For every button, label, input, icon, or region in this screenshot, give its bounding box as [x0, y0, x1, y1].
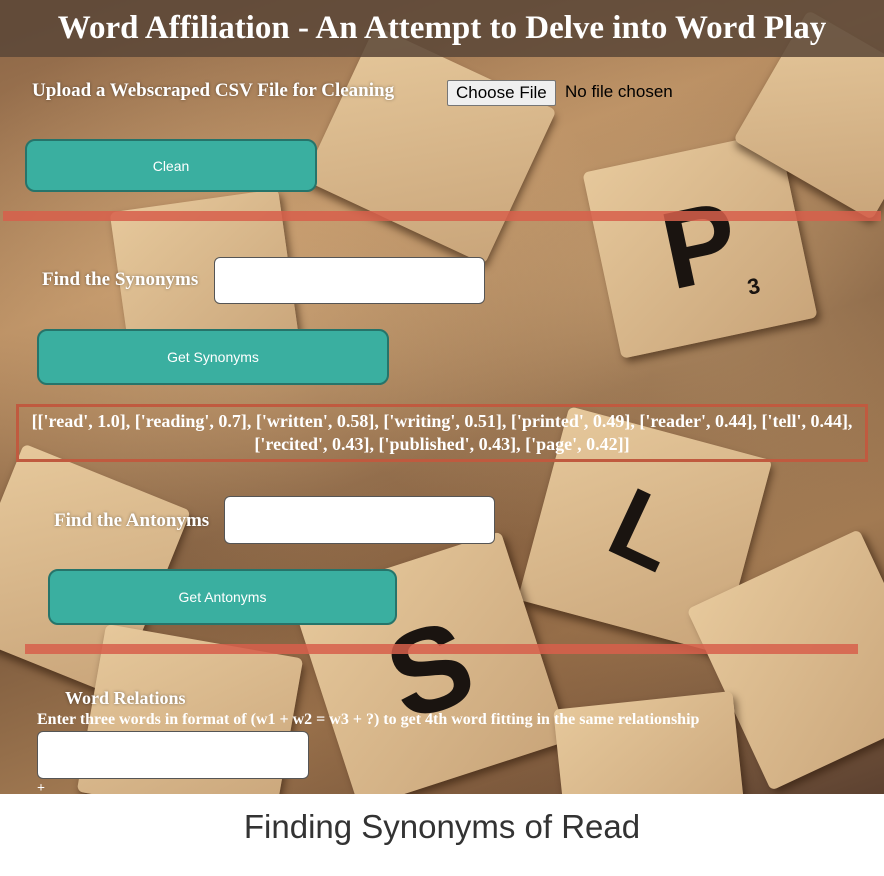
synonyms-result: [['read', 1.0], ['reading', 0.7], ['writ…: [16, 404, 868, 462]
synonyms-result-text: [['read', 1.0], ['reading', 0.7], ['writ…: [31, 411, 853, 454]
letter-tile: [303, 25, 557, 265]
scrabble-background: P 3 L S: [0, 0, 884, 794]
section-divider: [3, 211, 881, 221]
word-relations-input[interactable]: [37, 731, 309, 779]
choose-file-button[interactable]: Choose File: [447, 80, 556, 106]
upload-label: Upload a Webscraped CSV File for Cleanin…: [32, 80, 395, 101]
tile-letter: P: [651, 177, 749, 313]
antonyms-input[interactable]: [224, 496, 495, 544]
get-antonyms-button[interactable]: Get Antonyms: [48, 569, 397, 625]
clean-button[interactable]: Clean: [25, 139, 317, 192]
figure-caption: Finding Synonyms of Read: [243, 808, 641, 845]
tile-letter: L: [593, 465, 697, 594]
page-title: Word Affiliation - An Attempt to Delve i…: [57, 10, 827, 46]
antonyms-label: Find the Antonyms: [54, 510, 210, 531]
get-synonyms-button[interactable]: Get Synonyms: [37, 329, 389, 385]
file-status-text: No file chosen: [565, 82, 673, 101]
word-relations-instructions: Enter three words in format of (w1 + w2 …: [37, 711, 700, 728]
letter-tile: [553, 690, 747, 794]
synonyms-label: Find the Synonyms: [42, 269, 199, 290]
word-relations-heading: Word Relations: [65, 688, 186, 708]
plus-sign: +: [37, 781, 45, 796]
title-bar: Word Affiliation - An Attempt to Delve i…: [0, 0, 884, 57]
section-divider: [25, 644, 858, 654]
synonyms-input[interactable]: [214, 257, 485, 304]
